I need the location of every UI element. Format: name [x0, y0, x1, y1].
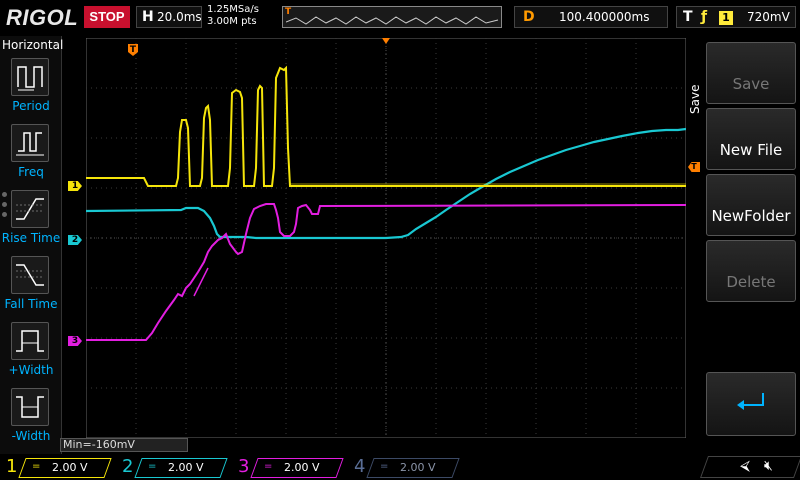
channel-1-number: 1	[6, 456, 18, 477]
channel-3-scale: 2.00 V	[284, 461, 320, 474]
channel-3-marker[interactable]: 3	[68, 336, 82, 346]
channel-1-marker[interactable]: 1	[68, 181, 82, 191]
sample-rate: 1.25MSa/s	[207, 4, 259, 15]
speaker-muted-icon[interactable]: 🔇︎	[764, 458, 773, 474]
top-status-bar: RIGOL STOP H 20.0ms 1.25MSa/s 3.00M pts …	[0, 0, 800, 36]
return-arrow-icon	[737, 393, 764, 410]
fall-time-icon	[11, 256, 49, 294]
freq-icon	[11, 124, 49, 162]
channel-4-number: 4	[354, 456, 366, 477]
negative-width-icon	[11, 388, 49, 426]
channel-2-status[interactable]: 2 = 2.00 V	[116, 456, 228, 478]
acquisition-info: 1.25MSa/s 3.00M pts	[207, 4, 259, 28]
menu-item-period[interactable]: Period	[0, 58, 62, 122]
menu-item-freq[interactable]: Freq	[0, 124, 62, 188]
channel-2-number: 2	[122, 456, 134, 477]
delay-label: D	[523, 9, 535, 25]
channel-3-number: 3	[238, 456, 250, 477]
save-button[interactable]: Save	[706, 42, 796, 104]
channel-1-scale: 2.00 V	[52, 461, 88, 474]
horizontal-measure-menu: Horizontal Period Freq Rise Time Fall Ti…	[0, 36, 64, 454]
timebase-label: H	[142, 9, 154, 25]
menu-item-label: +Width	[8, 363, 54, 377]
menu-item-label: Fall Time	[4, 297, 58, 311]
new-file-button[interactable]: New File	[706, 108, 796, 170]
trigger-box[interactable]: T ƒ 1 720mV	[676, 6, 796, 28]
trigger-level: 720mV	[747, 10, 790, 24]
dc-coupling-icon: =	[380, 461, 389, 472]
left-menu-title: Horizontal	[2, 38, 64, 52]
memory-waveform-preview	[286, 16, 499, 25]
run-stop-indicator[interactable]: STOP	[84, 6, 130, 28]
menu-item-label: Freq	[18, 165, 44, 179]
waveform-canvas: T	[86, 38, 686, 438]
channel-4-scale: 2.00 V	[400, 461, 436, 474]
delete-button[interactable]: Delete	[706, 240, 796, 302]
timebase-value: 20.0ms	[157, 10, 202, 24]
memory-map: T	[282, 6, 502, 28]
usb-icon: ⮘	[740, 458, 750, 474]
channel-1-status[interactable]: 1 = 2.00 V	[0, 456, 112, 478]
brand-logo: RIGOL	[6, 5, 79, 30]
channel-status-bar: 1 = 2.00 V 2 = 2.00 V 3 = 2.00 V 4 = 2.0…	[0, 454, 800, 480]
memory-depth: 3.00M pts	[207, 16, 257, 27]
rising-edge-icon: ƒ	[701, 9, 708, 25]
trigger-position-label: T	[130, 45, 137, 55]
channel-2-scale: 2.00 V	[168, 461, 204, 474]
trigger-label: T	[683, 9, 693, 25]
menu-item-fall-time[interactable]: Fall Time	[0, 256, 62, 320]
right-menu-title: Save	[688, 84, 702, 114]
menu-item-rise-time[interactable]: Rise Time	[0, 190, 62, 254]
new-folder-button[interactable]: NewFolder	[706, 174, 796, 236]
channel-4-status[interactable]: 4 = 2.00 V	[348, 456, 460, 478]
dc-coupling-icon: =	[32, 461, 41, 472]
rise-time-icon	[11, 190, 49, 228]
dc-coupling-icon: =	[148, 461, 157, 472]
menu-item-positive-width[interactable]: +Width	[0, 322, 62, 386]
menu-item-label: -Width	[11, 429, 51, 443]
waveform-display[interactable]: T 1 2 3 T	[68, 38, 700, 438]
measurement-readout: Min=-160mV	[60, 438, 188, 452]
channel-2-marker[interactable]: 2	[68, 235, 82, 245]
positive-width-icon	[11, 322, 49, 360]
dc-coupling-icon: =	[264, 461, 273, 472]
delay-value: 100.400000ms	[559, 10, 650, 24]
save-softkey-menu: Save Save New File NewFolder Delete	[688, 38, 800, 438]
menu-item-label: Rise Time	[1, 231, 61, 245]
period-icon	[11, 58, 49, 96]
channel-3-status[interactable]: 3 = 2.00 V	[232, 456, 344, 478]
return-button[interactable]	[706, 372, 796, 436]
trigger-source: 1	[719, 11, 733, 25]
delay-box[interactable]: D 100.400000ms	[514, 6, 668, 28]
menu-item-label: Period	[12, 99, 50, 113]
menu-item-negative-width[interactable]: -Width	[0, 388, 62, 452]
timebase-box[interactable]: H 20.0ms	[136, 6, 202, 28]
